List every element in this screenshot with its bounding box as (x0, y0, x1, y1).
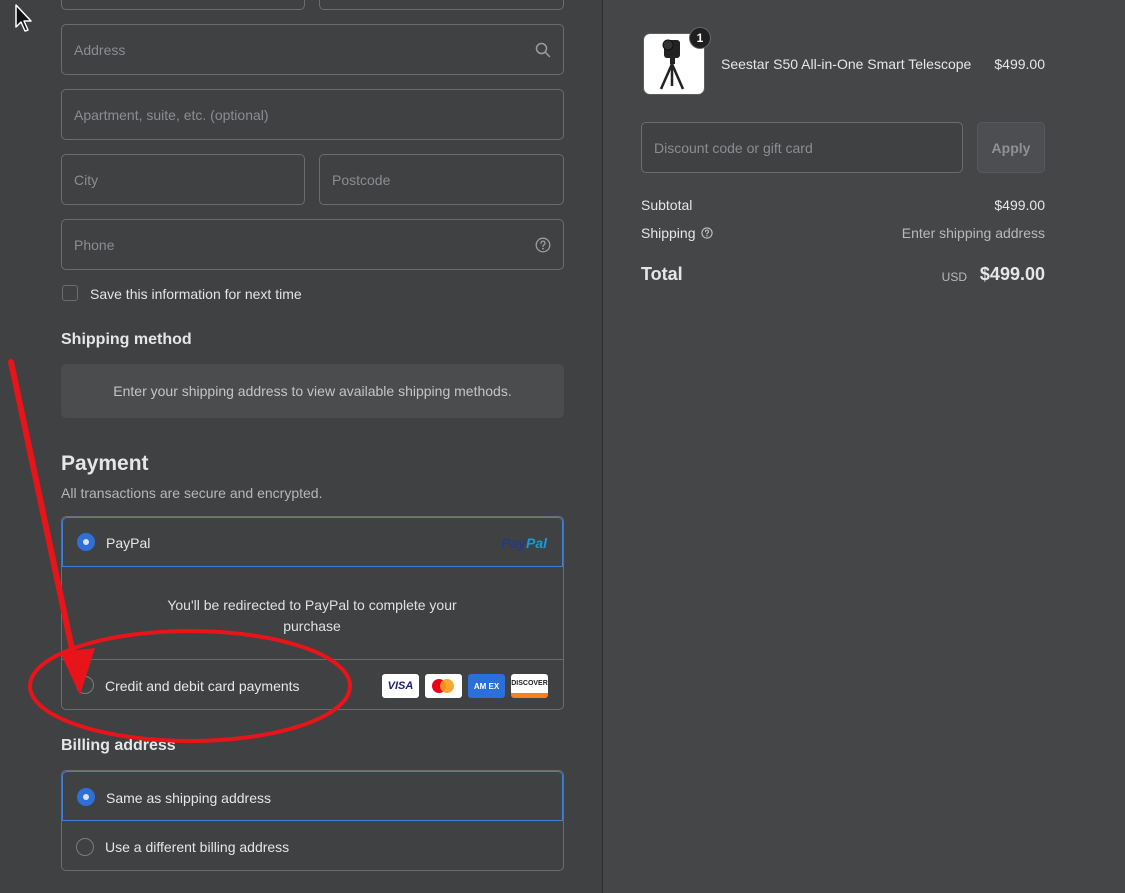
visa-icon: VISA (382, 674, 419, 698)
shipping-summary-value: Enter shipping address (901, 225, 1045, 241)
total-value: $499.00 (979, 264, 1045, 284)
paypal-logo: PayPal (501, 535, 547, 551)
billing-different-label: Use a different billing address (105, 839, 290, 855)
billing-address-options: Same as shipping address Use a different… (61, 770, 564, 871)
help-circle-icon[interactable] (535, 237, 551, 253)
checkout-form-panel: Address Apartment, suite, etc. (optional… (0, 0, 602, 893)
card-payment-label: Credit and debit card payments (105, 678, 300, 694)
postcode-field[interactable]: Postcode (319, 154, 564, 205)
phone-placeholder: Phone (74, 236, 115, 253)
payment-option-card[interactable]: Credit and debit card payments VISA AM E… (62, 660, 563, 709)
apply-discount-button[interactable]: Apply (977, 122, 1045, 173)
discount-code-field[interactable]: Discount code or gift card (641, 122, 963, 173)
postcode-placeholder: Postcode (332, 171, 391, 188)
mastercard-icon (425, 674, 462, 698)
payment-options: PayPal PayPal You'll be redirected to Pa… (61, 516, 564, 710)
apartment-field[interactable]: Apartment, suite, etc. (optional) (61, 89, 564, 140)
shipping-method-notice: Enter your shipping address to view avai… (61, 364, 564, 418)
billing-same-label: Same as shipping address (106, 790, 271, 806)
paypal-redirect-message: You'll be redirected to PayPal to comple… (167, 597, 457, 634)
billing-option-same[interactable]: Same as shipping address (62, 771, 563, 821)
total-currency: USD (941, 270, 967, 284)
payment-subtitle: All transactions are secure and encrypte… (61, 485, 323, 501)
first-name-field[interactable] (61, 0, 305, 10)
shipping-summary-row: Shipping (641, 225, 713, 241)
phone-field[interactable]: Phone (61, 219, 564, 270)
save-info-checkbox[interactable] (62, 285, 78, 301)
card-radio[interactable] (76, 676, 94, 694)
subtotal-label: Subtotal (641, 197, 693, 213)
discount-placeholder: Discount code or gift card (654, 139, 813, 156)
product-price: $499.00 (994, 56, 1045, 72)
payment-option-paypal[interactable]: PayPal PayPal (62, 517, 563, 567)
city-field[interactable]: City (61, 154, 305, 205)
amex-icon: AM EX (468, 674, 505, 698)
save-info-label: Save this information for next time (90, 286, 302, 302)
quantity-badge: 1 (689, 27, 711, 49)
mouse-pointer-icon (15, 4, 32, 32)
paypal-redirect-info: You'll be redirected to PayPal to comple… (62, 567, 563, 660)
search-icon (535, 42, 551, 57)
subtotal-value: $499.00 (994, 197, 1045, 213)
billing-same-radio[interactable] (77, 788, 95, 806)
shipping-method-message: Enter your shipping address to view avai… (113, 383, 512, 399)
billing-option-different[interactable]: Use a different billing address (62, 821, 563, 870)
billing-address-title: Billing address (61, 737, 176, 754)
address-placeholder: Address (74, 41, 126, 58)
card-brand-logos: VISA AM EX DISCOVER (382, 674, 548, 698)
last-name-field[interactable] (319, 0, 564, 10)
discover-icon: DISCOVER (511, 674, 548, 698)
payment-title: Payment (61, 452, 149, 475)
city-placeholder: City (74, 171, 99, 188)
billing-different-radio[interactable] (76, 838, 94, 856)
paypal-label: PayPal (106, 535, 151, 551)
help-circle-icon[interactable] (700, 227, 713, 239)
total-label: Total (641, 264, 683, 284)
shipping-summary-label: Shipping (641, 225, 696, 241)
apartment-placeholder: Apartment, suite, etc. (optional) (74, 106, 269, 123)
paypal-radio[interactable] (77, 533, 95, 551)
shipping-method-title: Shipping method (61, 331, 192, 348)
address-field[interactable]: Address (61, 24, 564, 75)
product-name: Seestar S50 All-in-One Smart Telescope (721, 56, 972, 72)
